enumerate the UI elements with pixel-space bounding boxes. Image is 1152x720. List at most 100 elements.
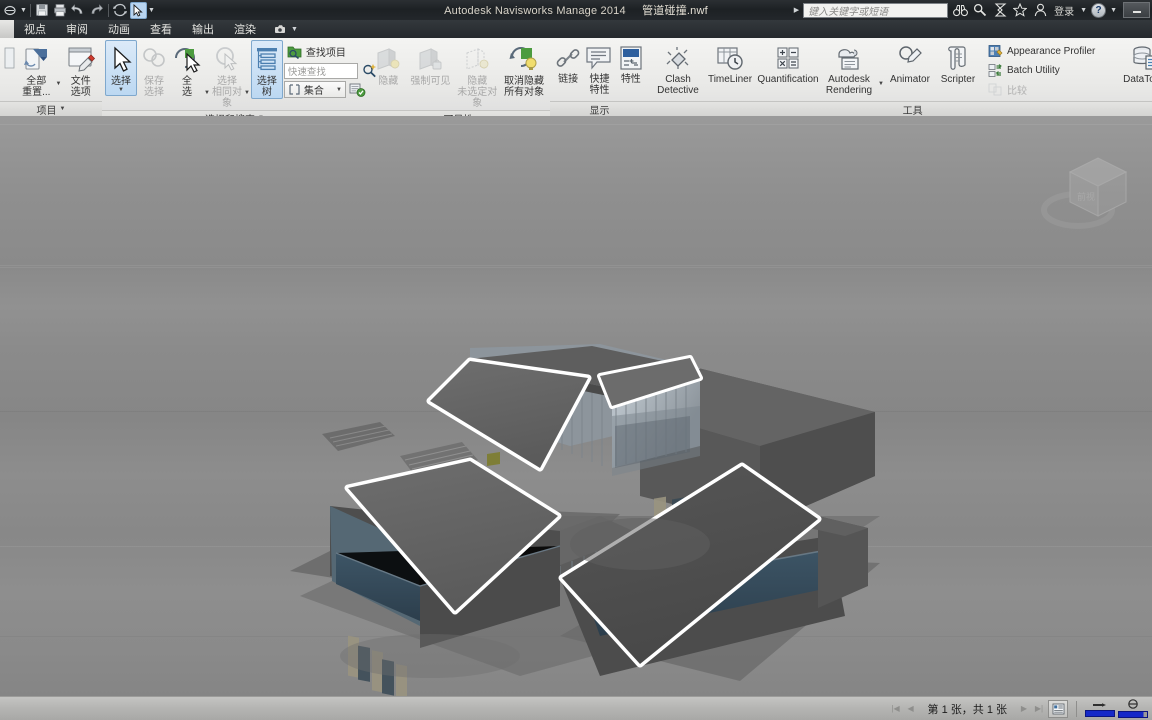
help-caret-icon[interactable]: ▼: [1110, 7, 1117, 14]
search-placeholder-text: 键入关键字或短语: [808, 6, 889, 18]
panel-label-display[interactable]: 显示: [550, 101, 649, 117]
help-button[interactable]: ?: [1091, 2, 1107, 18]
3d-viewport[interactable]: 前视: [0, 116, 1152, 696]
select-all-caret-icon[interactable]: ▼: [204, 90, 210, 96]
search-icon[interactable]: [972, 2, 988, 18]
append-icon: [4, 44, 16, 74]
ribbon-panel-display: 链接 快捷 特性 特性 显示: [550, 38, 649, 117]
sets-caret-icon[interactable]: ▼: [336, 87, 342, 93]
quick-access-toolbar[interactable]: ▼ ▼: [0, 0, 155, 20]
select-all-button[interactable]: 全 选: [171, 40, 203, 99]
manage-sets-icon[interactable]: [349, 82, 366, 98]
animator-button[interactable]: Animator: [885, 40, 935, 96]
favorites-star-icon[interactable]: [1012, 2, 1028, 18]
quick-find-input[interactable]: 快速查找: [283, 62, 358, 79]
signin-caret-icon[interactable]: ▼: [1080, 7, 1087, 14]
tab-review[interactable]: 审阅: [56, 20, 98, 38]
find-items-label: 查找项目: [305, 48, 346, 59]
tab-render[interactable]: 渲染: [224, 20, 266, 38]
save-icon[interactable]: [34, 2, 51, 19]
qat-overflow-caret-icon[interactable]: ▼: [148, 7, 155, 14]
user-account-icon[interactable]: [1032, 2, 1048, 18]
links-button[interactable]: 链接: [553, 40, 583, 96]
redo-icon[interactable]: [88, 2, 105, 19]
reset-all-icon: [21, 44, 51, 74]
clash-detective-button[interactable]: Clash Detective: [652, 40, 704, 97]
tab-output[interactable]: 输出: [182, 20, 224, 38]
nav-next-icon[interactable]: ▶: [1018, 701, 1030, 717]
scripter-icon: [943, 44, 973, 72]
quick-properties-button[interactable]: 快捷 特性: [584, 40, 614, 97]
appearance-profiler-icon: [988, 44, 1003, 59]
reset-all-button[interactable]: 全部 重置...: [18, 40, 55, 99]
datatools-button[interactable]: DataTools: [1117, 40, 1152, 96]
find-items-button[interactable]: 查找项目: [284, 43, 377, 60]
properties-button[interactable]: 特性: [616, 40, 646, 96]
batch-utility-button[interactable]: Batch Utility: [985, 62, 1098, 79]
links-label: 链接: [558, 74, 579, 85]
file-options-button[interactable]: 文件 选项: [62, 40, 99, 99]
quantification-label: Quantification: [757, 74, 819, 85]
quantification-button[interactable]: Quantification: [756, 40, 820, 96]
tab-view[interactable]: 查看: [140, 20, 182, 38]
undo-icon[interactable]: [70, 2, 87, 19]
timeliner-button[interactable]: TimeLiner: [705, 40, 755, 96]
application-button[interactable]: [0, 20, 14, 38]
panel-project-caret-icon[interactable]: ▼: [60, 106, 66, 112]
binoculars-icon[interactable]: [952, 2, 968, 18]
tab-animation[interactable]: 动画: [98, 20, 140, 38]
batch-utility-icon: [988, 63, 1003, 78]
subscription-icon[interactable]: [992, 2, 1008, 18]
datatools-label: DataTools: [1123, 74, 1152, 85]
print-icon[interactable]: [52, 2, 69, 19]
links-icon: [554, 44, 582, 72]
titlebar-right-cluster: ▶ 键入关键字或短语 登录 ▼ ? ▼: [794, 0, 1152, 20]
quick-find-row[interactable]: 快速查找: [283, 62, 377, 79]
hide-icon: [373, 44, 403, 74]
app-menu-caret-icon[interactable]: ▼: [20, 7, 27, 14]
nav-prev-icon[interactable]: ◀: [905, 701, 917, 717]
window-controls[interactable]: [1123, 2, 1150, 18]
panel-label-project-text: 项目: [36, 105, 57, 117]
ribbon: 全部 重置... ▼ 文件 选项 项目 ▼ 选择 ▼ 保存 选择 全 选 ▼ 选…: [0, 38, 1152, 126]
navisworks-window: ▼ ▼ Autodesk Navisworks Manage 2014 管道碰撞…: [0, 0, 1152, 720]
nav-first-icon[interactable]: |◀: [890, 701, 902, 717]
select-same-button: 选择 相同对象: [211, 40, 243, 110]
infocenter-expand-caret-icon[interactable]: ▶: [794, 6, 799, 14]
select-cursor-icon[interactable]: [129, 1, 147, 19]
sheet-browser-button[interactable]: [1048, 699, 1068, 718]
signin-label[interactable]: 登录: [1052, 3, 1076, 18]
unhide-all-button[interactable]: 取消隐藏 所有对象: [501, 40, 547, 99]
selection-tree-button[interactable]: 选择 树: [250, 40, 283, 99]
appearance-profiler-label: Appearance Profiler: [1006, 46, 1096, 57]
quick-find-placeholder: 快速查找: [287, 66, 326, 78]
file-name-text: 管道碰撞.nwf: [642, 5, 708, 17]
reset-all-caret-icon[interactable]: ▼: [56, 81, 62, 87]
panel-label-tools[interactable]: 工具: [649, 101, 1152, 117]
sets-combo[interactable]: 集合 ▼: [283, 81, 346, 98]
pencil-icon: [1093, 702, 1106, 707]
require-visible-button: 强制可见: [407, 40, 453, 96]
refresh-icon[interactable]: [112, 2, 129, 19]
panel-body-display: 链接 快捷 特性 特性: [550, 38, 649, 101]
panel-label-project[interactable]: 项目 ▼: [0, 101, 102, 117]
select-same-label: 选择 相同对象: [211, 76, 242, 109]
disk-meter-bar: [1118, 711, 1148, 718]
select-caret-icon[interactable]: ▼: [118, 87, 124, 93]
app-menu-icon[interactable]: [2, 2, 19, 19]
minimize-button[interactable]: [1123, 2, 1150, 18]
sheet-partial-button[interactable]: [3, 40, 17, 96]
clash-detective-icon: [663, 44, 693, 72]
sets-icon: [288, 83, 301, 96]
search-input[interactable]: 键入关键字或短语: [803, 2, 949, 18]
tab-camera-dropdown[interactable]: ▼: [266, 20, 306, 38]
sets-row[interactable]: 集合 ▼: [283, 81, 377, 98]
appearance-profiler-button[interactable]: Appearance Profiler: [985, 43, 1098, 60]
nav-last-icon[interactable]: ▶|: [1033, 701, 1045, 717]
tab-viewpoint[interactable]: 视点: [14, 20, 56, 38]
select-button[interactable]: 选择 ▼: [105, 40, 137, 96]
autodesk-rendering-button[interactable]: Autodesk Rendering: [821, 40, 877, 97]
hide-unselected-icon: [462, 44, 492, 74]
autodesk-rendering-caret-icon[interactable]: ▼: [878, 81, 884, 87]
scripter-button[interactable]: Scripter: [936, 40, 980, 96]
